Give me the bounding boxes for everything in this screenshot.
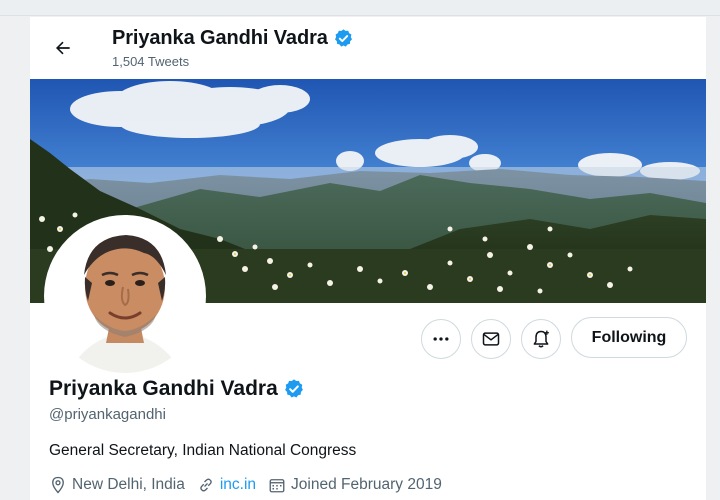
website-link[interactable]: inc.in (220, 476, 256, 494)
header-name: Priyanka Gandhi Vadra (112, 27, 328, 49)
following-button[interactable]: Following (571, 317, 687, 358)
profile-column: Priyanka Gandhi Vadra 1,504 Tweets Follo… (30, 17, 706, 500)
profile-name-row: Priyanka Gandhi Vadra (49, 377, 305, 401)
more-icon (433, 337, 449, 341)
location-item: New Delhi, India (49, 476, 185, 494)
verified-badge-icon (334, 29, 352, 47)
joined-text: Joined February 2019 (291, 476, 442, 493)
profile-header: Priyanka Gandhi Vadra 1,504 Tweets (30, 17, 706, 79)
location-icon (52, 476, 64, 494)
message-icon (482, 332, 500, 346)
header-name-row: Priyanka Gandhi Vadra (112, 27, 354, 50)
profile-handle: @priyankagandhi (49, 406, 166, 423)
avatar-photo (48, 219, 202, 373)
link-icon (200, 478, 212, 492)
more-button[interactable] (421, 319, 461, 359)
avatar-portrait-image (48, 219, 202, 373)
verified-badge-icon (284, 379, 303, 398)
profile-meta: New Delhi, India inc.in Joined February … (49, 476, 454, 494)
back-button[interactable] (48, 33, 78, 63)
profile-name: Priyanka Gandhi Vadra (49, 377, 278, 400)
browser-top-strip (0, 0, 720, 16)
back-arrow-icon (56, 41, 70, 55)
profile-avatar[interactable] (44, 215, 206, 377)
notifications-button[interactable] (521, 319, 561, 359)
website-item: inc.in (197, 476, 256, 494)
message-button[interactable] (471, 319, 511, 359)
calendar-icon (269, 479, 285, 493)
notification-bell-icon (533, 330, 549, 348)
location-text: New Delhi, India (72, 476, 185, 493)
joined-item: Joined February 2019 (268, 476, 442, 494)
tweet-count: 1,504 Tweets (112, 54, 190, 69)
profile-bio: General Secretary, Indian National Congr… (49, 442, 357, 459)
